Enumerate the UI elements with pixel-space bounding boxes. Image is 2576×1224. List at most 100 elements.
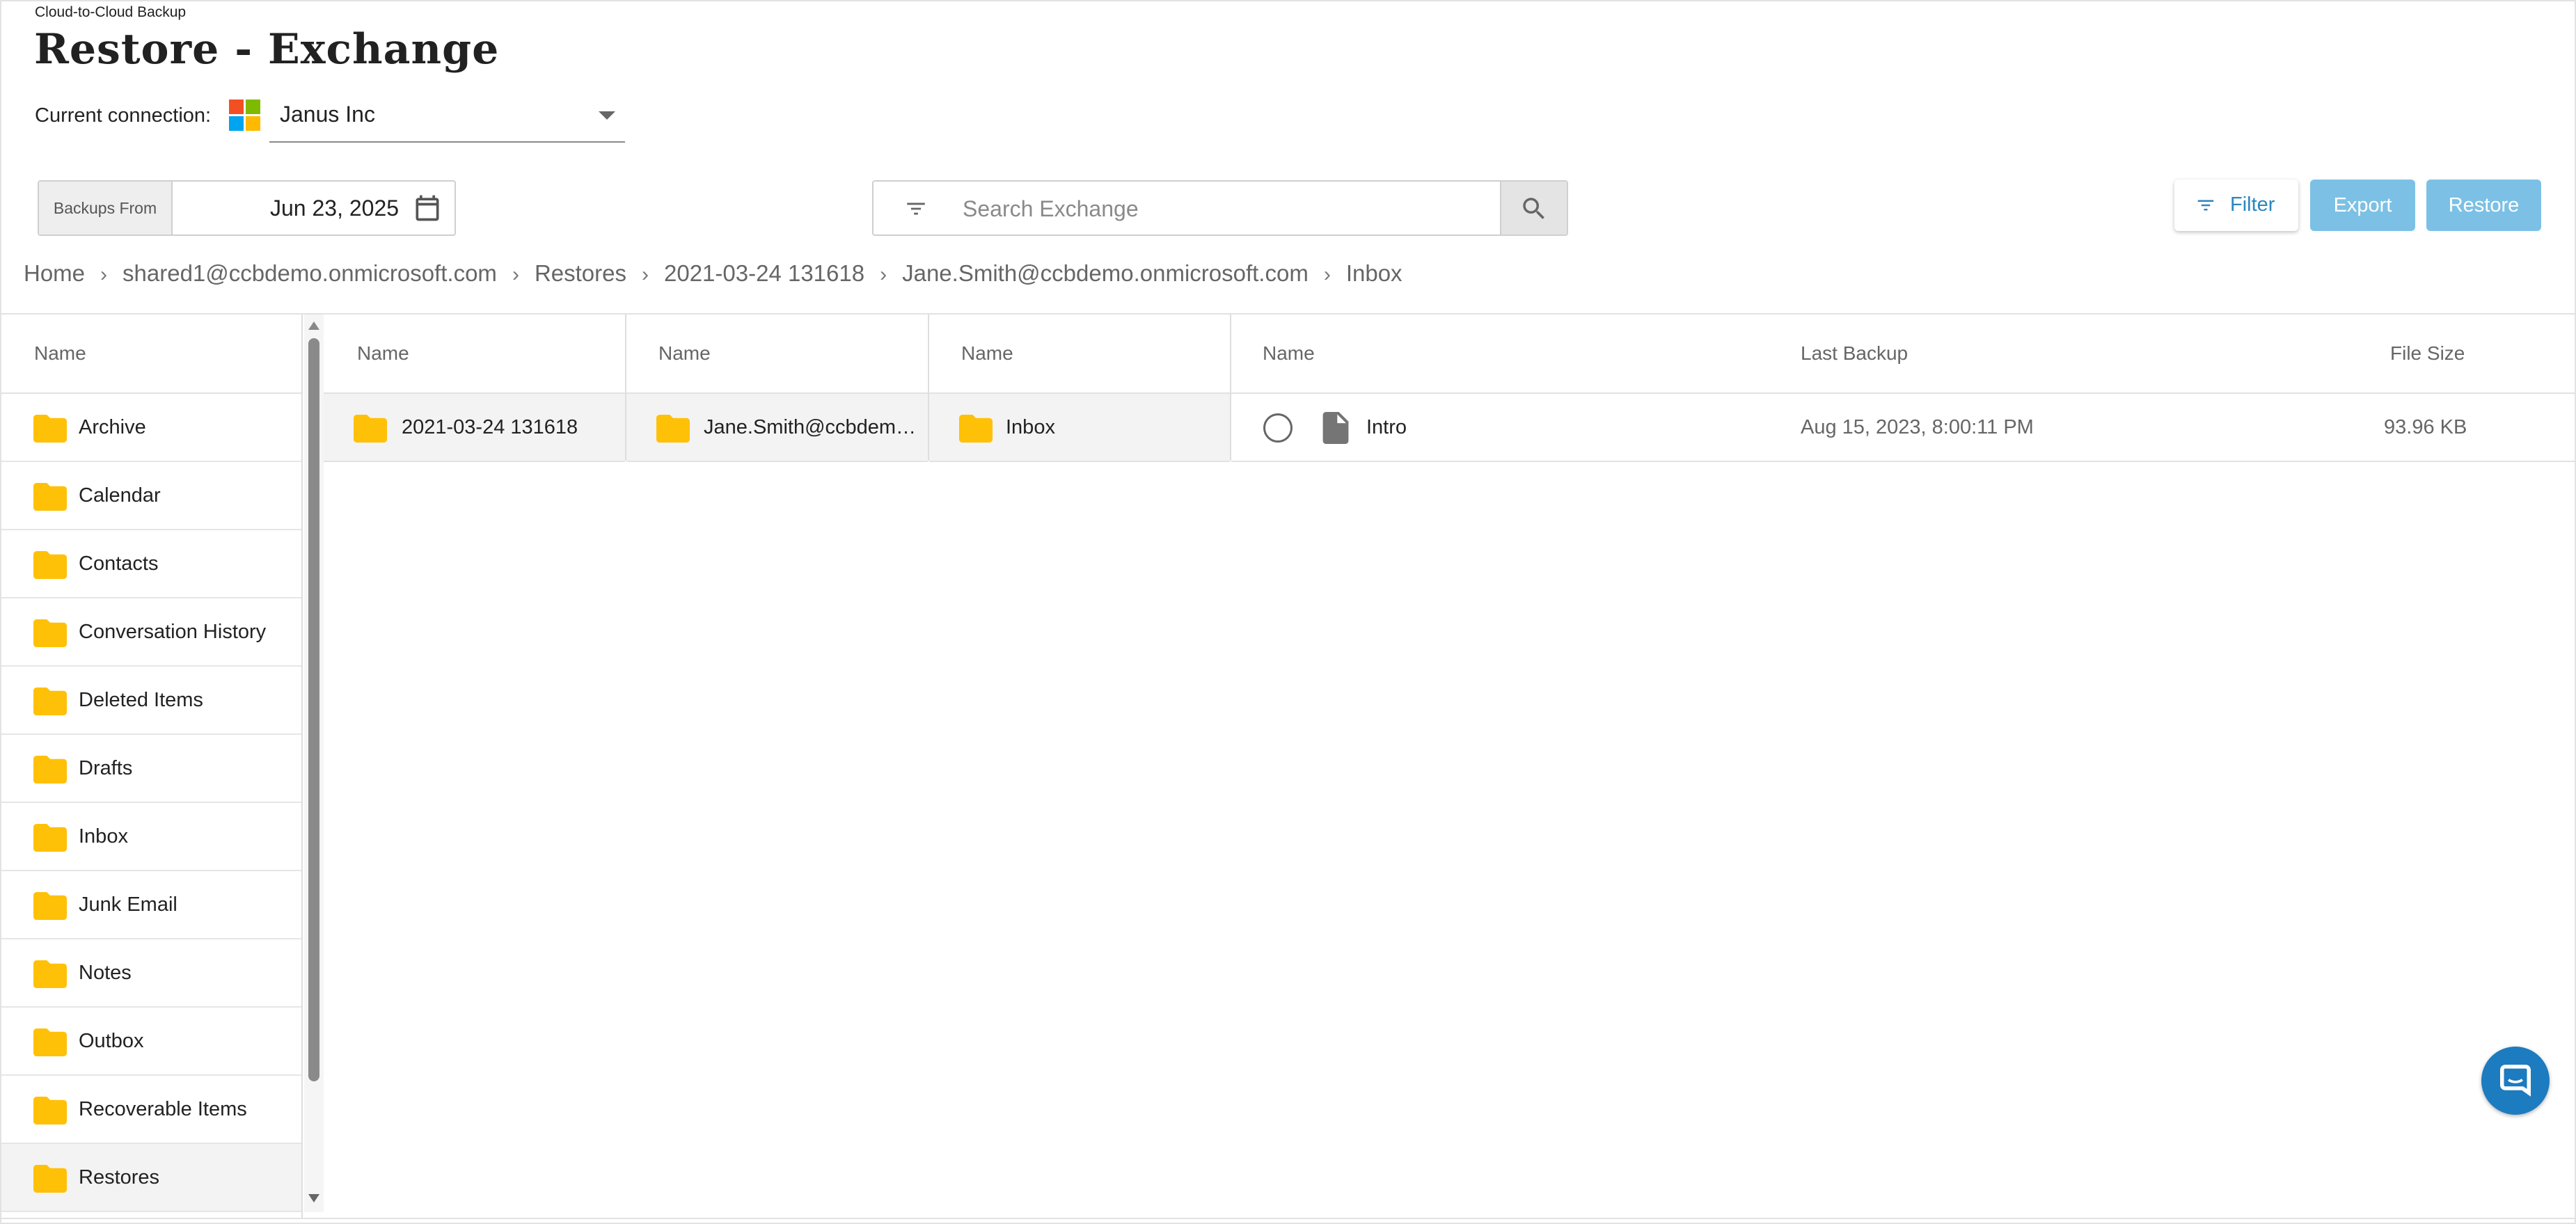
folder-item-restores[interactable]: Restores — [1, 1144, 301, 1212]
folder-item-outbox[interactable]: Outbox — [1, 1008, 301, 1076]
app-label: Cloud-to-Cloud Backup — [35, 4, 187, 20]
folder-item-recoverable-items[interactable]: Recoverable Items — [1, 1076, 301, 1144]
folder-item-inbox[interactable]: Inbox — [1, 803, 301, 871]
file-name[interactable]: Intro — [1366, 416, 1407, 439]
files-header-name: Name — [1263, 342, 1315, 364]
file-icon — [1322, 412, 1349, 444]
folder-item-label: Inbox — [79, 825, 128, 848]
page-title: Restore - Exchange — [34, 25, 500, 74]
folder-column: Name Archive Calendar Contacts Conversation… — [1, 315, 303, 1218]
folder-item-junk-email[interactable]: Junk Email — [1, 871, 301, 939]
folder-icon — [33, 551, 67, 579]
file-last-backup: Aug 15, 2023, 8:00:11 PM — [1801, 416, 2034, 438]
list-item[interactable]: Inbox — [929, 394, 1230, 462]
folder-item-calendar[interactable]: Calendar — [1, 462, 301, 530]
folder-icon — [33, 960, 67, 988]
folder-item-label: Restores — [79, 1166, 160, 1189]
folder-icon — [354, 415, 387, 443]
folder-icon — [33, 1165, 67, 1193]
breadcrumb-account[interactable]: shared1@ccbdemo.onmicrosoft.com — [123, 260, 497, 286]
folder-icon — [33, 415, 67, 443]
filter-icon — [2197, 200, 2214, 211]
folder-icon — [959, 415, 993, 443]
microsoft-logo-icon — [229, 100, 260, 131]
breadcrumb-separator: › — [880, 263, 887, 286]
folder-item-contacts[interactable]: Contacts — [1, 530, 301, 598]
folder-scrollbar[interactable] — [304, 315, 324, 1212]
chat-support-button[interactable] — [2481, 1047, 2550, 1115]
calendar-icon[interactable] — [412, 193, 443, 223]
column-header-name: Name — [34, 342, 86, 364]
folder-item-notes[interactable]: Notes — [1, 939, 301, 1008]
column-header: Name — [929, 315, 1230, 394]
folder-item-label: Contacts — [79, 553, 159, 575]
folder-icon — [656, 415, 690, 443]
folder-item-label: Calendar — [79, 484, 161, 507]
breadcrumb-restore-date[interactable]: 2021-03-24 131618 — [664, 260, 864, 286]
backups-from-label: Backups From — [39, 182, 173, 235]
list-item[interactable]: Jane.Smith@ccbdem… — [626, 394, 928, 462]
search-button[interactable] — [1500, 182, 1567, 235]
folder-item-conversation-history[interactable]: Conversation History — [1, 598, 301, 667]
file-size: 93.96 KB — [2384, 416, 2467, 438]
search-box — [872, 180, 1568, 236]
user-column: Name Jane.Smith@ccbdem… — [626, 315, 929, 462]
breadcrumb-separator: › — [100, 263, 108, 286]
scroll-up-arrow-icon[interactable] — [308, 321, 319, 330]
breadcrumb-separator: › — [512, 263, 519, 286]
filter-button-label: Filter — [2230, 193, 2275, 216]
folder-icon — [33, 1028, 67, 1056]
column-header-name: Name — [357, 342, 409, 364]
list-item-label: Inbox — [1006, 416, 1055, 438]
bottom-divider — [1, 1218, 2575, 1219]
export-button[interactable]: Export — [2310, 180, 2415, 231]
folder-icon — [33, 756, 67, 784]
folder-icon — [33, 619, 67, 647]
folder-icon — [33, 892, 67, 920]
breadcrumb-home[interactable]: Home — [24, 260, 85, 286]
folder-item-label: Notes — [79, 962, 132, 984]
folder-icon — [33, 1097, 67, 1124]
folder-item-label: Junk Email — [79, 893, 177, 916]
backups-from-date[interactable]: Jun 23, 2025 — [270, 196, 399, 221]
folder-item-deleted-items[interactable]: Deleted Items — [1, 667, 301, 735]
list-item[interactable]: 2021-03-24 131618 — [324, 394, 625, 462]
scroll-down-arrow-icon[interactable] — [308, 1194, 319, 1202]
files-header-last-backup: Last Backup — [1801, 342, 1909, 364]
folder-item-archive[interactable]: Archive — [1, 394, 301, 462]
column-header: Name — [324, 315, 625, 394]
table-row[interactable]: Intro Aug 15, 2023, 8:00:11 PM 93.96 KB — [1231, 394, 2575, 462]
folder-item-label: Archive — [79, 416, 146, 438]
chat-icon — [2500, 1065, 2531, 1097]
folder-item-label: Outbox — [79, 1030, 144, 1052]
restore-button[interactable]: Restore — [2426, 180, 2541, 231]
breadcrumb-restores[interactable]: Restores — [535, 260, 626, 286]
breadcrumb-separator: › — [642, 263, 649, 286]
filter-button[interactable]: Filter — [2174, 180, 2298, 231]
scrollbar-thumb[interactable] — [308, 338, 319, 1081]
folder-icon — [33, 483, 67, 511]
column-header: Name — [626, 315, 928, 394]
folder-list: Archive Calendar Contacts Conversation Hist… — [1, 394, 301, 1212]
folder-item-label: Conversation History — [79, 621, 267, 643]
breadcrumb-separator: › — [1323, 263, 1331, 286]
folder-icon — [33, 687, 67, 715]
breadcrumb-user[interactable]: Jane.Smith@ccbdemo.onmicrosoft.com — [902, 260, 1309, 286]
backups-from-date-picker[interactable]: Backups From Jun 23, 2025 — [38, 180, 456, 236]
filter-list-icon[interactable] — [903, 197, 929, 221]
restore-date-column: Name 2021-03-24 131618 — [324, 315, 626, 462]
chevron-down-icon — [599, 111, 615, 120]
files-header-file-size: File Size — [2390, 342, 2465, 364]
list-item-label: 2021-03-24 131618 — [402, 416, 578, 438]
connection-label: Current connection: — [35, 104, 212, 127]
files-panel: Name Last Backup File Size Intro Aug 15,… — [1231, 315, 2575, 462]
breadcrumb: Home › shared1@ccbdemo.onmicrosoft.com › Res… — [24, 260, 1402, 287]
folder-item-drafts[interactable]: Drafts — [1, 735, 301, 803]
search-input[interactable] — [963, 190, 1464, 228]
folder-icon — [33, 824, 67, 852]
search-icon — [1523, 198, 1544, 219]
breadcrumb-inbox[interactable]: Inbox — [1346, 260, 1402, 286]
row-select-radio[interactable] — [1263, 413, 1293, 443]
column-header-name: Name — [658, 342, 711, 364]
connection-select[interactable]: Janus Inc — [269, 90, 625, 143]
